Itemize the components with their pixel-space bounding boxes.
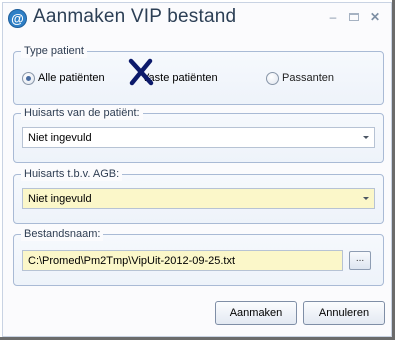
chevron-down-icon[interactable]	[358, 128, 374, 147]
bestandsnaam-group: Bestandsnaam: C:\Promed\Pm2Tmp\VipUit-20…	[13, 227, 384, 286]
huisarts-agb-combobox[interactable]: Niet ingevuld	[22, 188, 375, 209]
close-icon: ✕	[369, 10, 381, 24]
type-patient-label: Type patient	[21, 44, 87, 58]
close-button[interactable]: ✕	[367, 10, 383, 24]
annuleren-button[interactable]: Annuleren	[303, 301, 385, 325]
minimize-button[interactable]: –	[325, 10, 341, 24]
dialog-body: @ Aanmaken VIP bestand – ✕ Type patient …	[2, 2, 392, 337]
app-at-icon: @	[8, 9, 27, 28]
bestandsnaam-value: C:\Promed\Pm2Tmp\VipUit-2012-09-25.txt	[28, 254, 236, 267]
cursor-x-icon	[128, 58, 154, 86]
maximize-button[interactable]	[346, 10, 362, 24]
radio-label-passanten: Passanten	[282, 72, 334, 84]
huisarts-agb-group: Huisarts t.b.v. AGB: Niet ingevuld	[13, 167, 384, 224]
radio-button-unchecked[interactable]	[266, 71, 279, 85]
radio-passanten[interactable]: Passanten	[266, 71, 334, 85]
title-bar[interactable]: @ Aanmaken VIP bestand – ✕	[3, 3, 391, 33]
dialog-window: @ Aanmaken VIP bestand – ✕ Type patient …	[0, 0, 395, 340]
type-patient-group: Type patient Alle patiënten Vaste patiën…	[13, 44, 384, 105]
huisarts-value: Niet ingevuld	[28, 131, 92, 144]
minimize-icon: –	[329, 10, 337, 24]
huisarts-agb-label: Huisarts t.b.v. AGB:	[21, 167, 123, 181]
aanmaken-button[interactable]: Aanmaken	[215, 301, 297, 325]
bestandsnaam-label: Bestandsnaam:	[21, 227, 104, 241]
huisarts-label: Huisarts van de patiënt:	[21, 106, 143, 120]
browse-button[interactable]: ...	[349, 251, 371, 270]
radio-button-checked[interactable]	[22, 71, 35, 85]
huisarts-agb-value: Niet ingevuld	[28, 192, 92, 205]
huisarts-combobox[interactable]: Niet ingevuld	[22, 127, 375, 148]
window-title: Aanmaken VIP bestand	[33, 6, 237, 27]
radio-alle-patienten[interactable]: Alle patiënten	[22, 71, 105, 85]
bestandsnaam-input[interactable]: C:\Promed\Pm2Tmp\VipUit-2012-09-25.txt	[22, 250, 343, 271]
chevron-down-icon[interactable]	[358, 189, 374, 208]
maximize-icon	[349, 13, 359, 21]
huisarts-group: Huisarts van de patiënt: Niet ingevuld	[13, 106, 384, 163]
radio-label-alle: Alle patiënten	[38, 72, 105, 84]
